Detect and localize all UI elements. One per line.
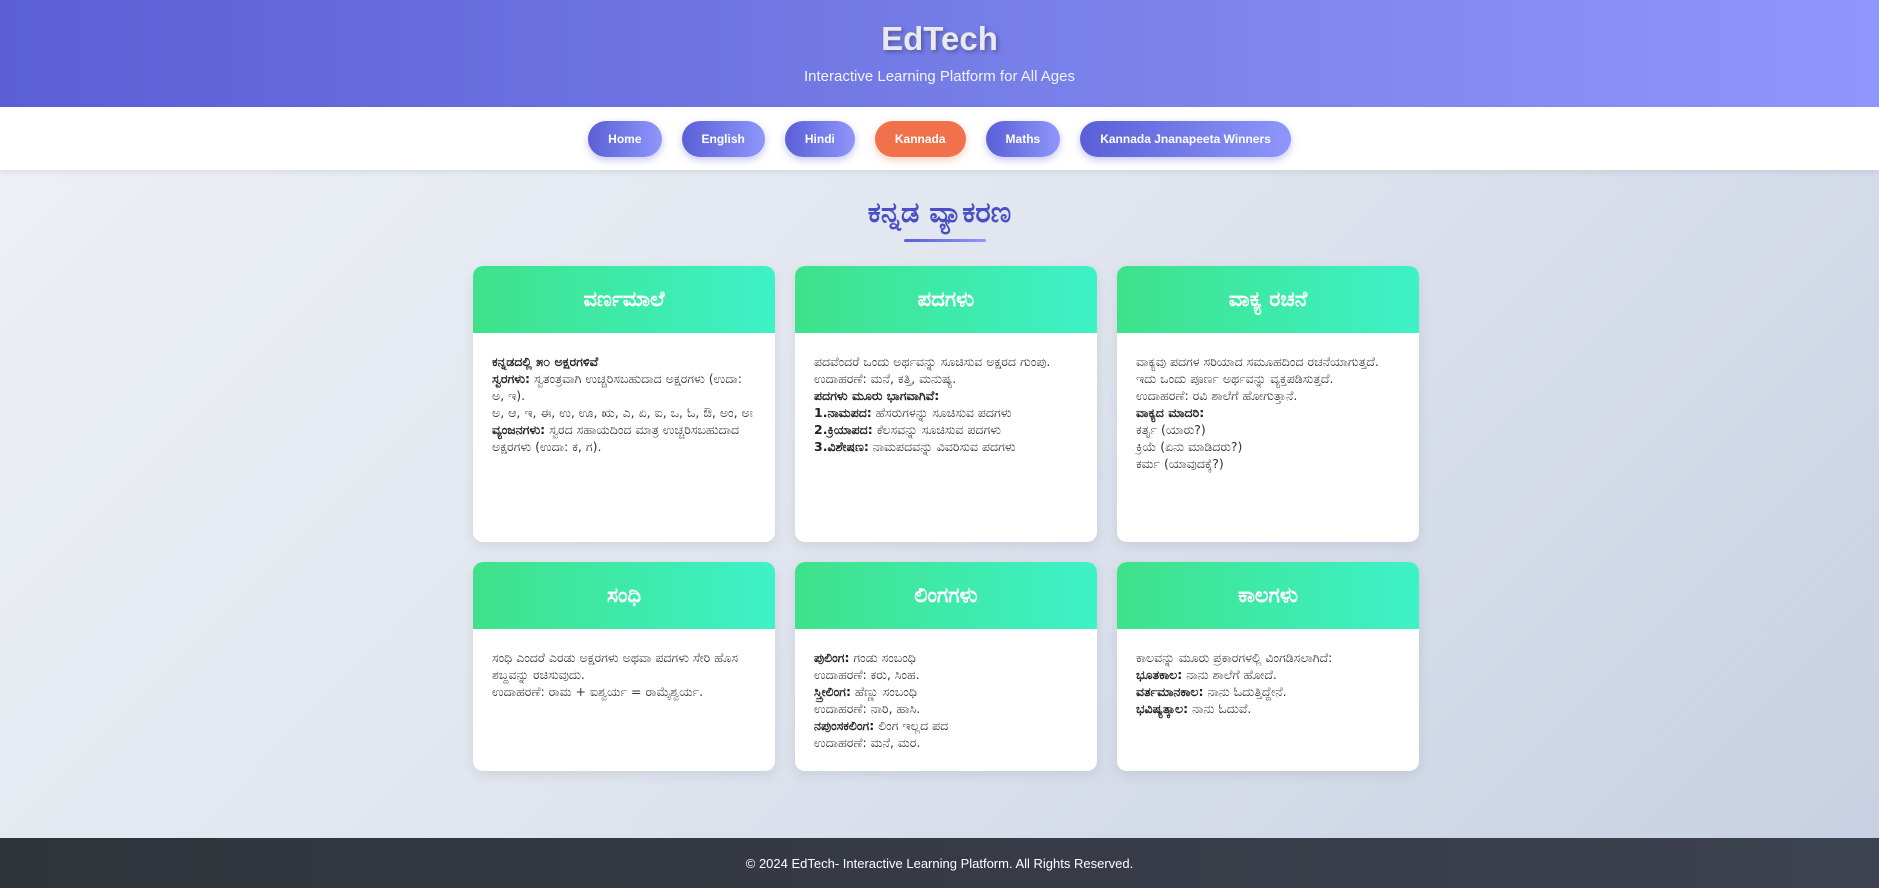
card-line-label: 1.ನಾಮಪದ: <box>814 405 872 420</box>
card-line: ವಾಕ್ಯವು ಪದಗಳ ಸರಿಯಾದ ಸಮೂಹದಿಂದ ರಚನೆಯಾಗುತ್ತ… <box>1136 353 1400 387</box>
card-line-label: ಸ್ವರಗಳು: <box>492 371 531 386</box>
card-body: ಕಾಲವನ್ನು ಮೂರು ಪ್ರಕಾರಗಳಲ್ಲಿ ವಿಂಗಡಿಸಲಾಗಿದೆ… <box>1117 629 1419 737</box>
card-title: ಲಿಂಗಗಳು <box>795 562 1097 629</box>
card-line-text: ಗಂಡು ಸಂಬಂಧಿ <box>849 650 916 665</box>
card-line: ವಾಕ್ಯದ ಮಾದರಿ: <box>1136 404 1400 421</box>
card-line-label: 2.ಕ್ರಿಯಾಪದ: <box>814 422 873 437</box>
card-line-label: 3.ವಿಶೇಷಣ: <box>814 439 869 454</box>
card-line-label: ಸ್ತ್ರೀಲಿಂಗ: <box>814 684 851 699</box>
card-line-label: ಪುಲಿಂಗ: <box>814 650 850 665</box>
card-body: ಕನ್ನಡದಲ್ಲಿ ೫೦ ಅಕ್ಷರಗಳಿವೆ ಸ್ವರಗಳು: ಸ್ವತಂತ್… <box>473 333 775 475</box>
card-line-text: ಕರ್ತೃ (ಯಾರು?) <box>1136 422 1206 437</box>
card-line-label: ಕನ್ನಡದಲ್ಲಿ ೫೦ ಅಕ್ಷರಗಳಿವೆ <box>492 354 599 369</box>
card-title: ಪದಗಳು <box>795 266 1097 333</box>
card-line: ಭವಿಷ್ಯತ್ಕಾಲ: ನಾನು ಓದುವೆ. <box>1136 700 1400 717</box>
card-line-text: ಕರ್ಮ (ಯಾವುದಕ್ಕೆ?) <box>1136 456 1224 471</box>
card-line-text: ಕಾಲವನ್ನು ಮೂರು ಪ್ರಕಾರಗಳಲ್ಲಿ ವಿಂಗಡಿಸಲಾಗಿದೆ… <box>1136 650 1333 665</box>
card-title: ಸಂಧಿ <box>473 562 775 629</box>
card-line: ಸಂಧಿ ಎಂದರೆ ಎರಡು ಅಕ್ಷರಗಳು ಅಥವಾ ಪದಗಳು ಸೇರಿ… <box>492 649 756 683</box>
card-line: 1.ನಾಮಪದ: ಹೆಸರುಗಳನ್ನು ಸೂಚಿಸುವ ಪದಗಳು <box>814 404 1078 421</box>
card-line: ಕರ್ತೃ (ಯಾರು?) <box>1136 421 1400 438</box>
card-line-text: ವಾಕ್ಯವು ಪದಗಳ ಸರಿಯಾದ ಸಮೂಹದಿಂದ ರಚನೆಯಾಗುತ್ತ… <box>1136 354 1379 386</box>
card-line-text: ಉದಾಹರಣೆ: ಮನೆ, ಮರ. <box>814 735 921 750</box>
card-line-text: ಹೆಸರುಗಳನ್ನು ಸೂಚಿಸುವ ಪದಗಳು <box>871 405 1012 420</box>
card-line-text: ಸಂಧಿ ಎಂದರೆ ಎರಡು ಅಕ್ಷರಗಳು ಅಥವಾ ಪದಗಳು ಸೇರಿ… <box>492 650 739 682</box>
card-line: ಉದಾಹರಣೆ: ರಾಮ + ಐಶ್ವರ್ಯ = ರಾಮೈಶ್ವರ್ಯ. <box>492 683 756 700</box>
card-line-text: ಸ್ವತಂತ್ರವಾಗಿ ಉಚ್ಚರಿಸಬಹುದಾದ ಅಕ್ಷರಗಳು (ಉದಾ… <box>492 371 742 403</box>
card-line: ಉದಾಹರಣೆ: ಕರು, ಸಿಂಹ. <box>814 666 1078 683</box>
section-heading: ಕನ್ನಡ ವ್ಯಾಕರಣ <box>0 195 1879 242</box>
card-title: ವಾಕ್ಯ ರಚನೆ <box>1117 266 1419 333</box>
card-line: ಭೂತಕಾಲ: ನಾನು ಶಾಲೆಗೆ ಹೋದೆ. <box>1136 666 1400 683</box>
nav-home-button[interactable]: Home <box>588 120 662 157</box>
site-footer: © 2024 EdTech- Interactive Learning Plat… <box>0 838 1879 888</box>
card-line: ಸ್ವರಗಳು: ಸ್ವತಂತ್ರವಾಗಿ ಉಚ್ಚರಿಸಬಹುದಾದ ಅಕ್ಷ… <box>492 370 756 404</box>
site-title: EdTech <box>881 20 998 57</box>
card-line-label: ನಪುಂಸಕಲಿಂಗ: <box>814 718 875 733</box>
card-line: ಪದವೆಂದರೆ ಒಂದು ಅರ್ಥವನ್ನು ಸೂಚಿಸುವ ಅಕ್ಷರದ ಗ… <box>814 353 1078 387</box>
card-line-text: ಅ, ಆ, ಇ, ಈ, ಉ, ಊ, ಋ, ಎ, ಏ, ಐ, ಒ, ಓ, ಔ, ಅ… <box>492 405 753 420</box>
card-body: ವಾಕ್ಯವು ಪದಗಳ ಸರಿಯಾದ ಸಮೂಹದಿಂದ ರಚನೆಯಾಗುತ್ತ… <box>1117 333 1419 492</box>
card-title: ಕಾಲಗಳು <box>1117 562 1419 629</box>
card-line: ವ್ಯಂಜನಗಳು: ಸ್ವರದ ಸಹಾಯದಿಂದ ಮಾತ್ರ ಉಚ್ಚರಿಸಬ… <box>492 421 756 455</box>
nav-kannada-button[interactable]: Kannada <box>874 120 966 157</box>
card-line-text: ಲಿಂಗ ಇಲ್ಲದ ಪದ <box>874 718 949 733</box>
topic-card-padagalu: ಪದಗಳು ಪದವೆಂದರೆ ಒಂದು ಅರ್ಥವನ್ನು ಸೂಚಿಸುವ ಅಕ… <box>795 266 1097 542</box>
nav-english-button[interactable]: English <box>681 120 765 157</box>
card-title: ವರ್ಣಮಾಲೆ <box>473 266 775 333</box>
card-body: ಪದವೆಂದರೆ ಒಂದು ಅರ್ಥವನ್ನು ಸೂಚಿಸುವ ಅಕ್ಷರದ ಗ… <box>795 333 1097 475</box>
card-line: ಕಾಲವನ್ನು ಮೂರು ಪ್ರಕಾರಗಳಲ್ಲಿ ವಿಂಗಡಿಸಲಾಗಿದೆ… <box>1136 649 1400 666</box>
site-subtitle: Interactive Learning Platform for All Ag… <box>804 68 1075 85</box>
card-line-text: ಕ್ರಿಯೆ (ಏನು ಮಾಡಿದರು?) <box>1136 439 1243 454</box>
main-nav: Home English Hindi Kannada Maths Kannada… <box>0 107 1879 170</box>
card-line: ಪದಗಳು ಮೂರು ಭಾಗವಾಗಿವೆ: <box>814 387 1078 404</box>
card-line-text: ಕೆಲಸವನ್ನು ಸೂಚಿಸುವ ಪದಗಳು <box>872 422 1002 437</box>
footer-copyright: © 2024 EdTech- Interactive Learning Plat… <box>745 855 1134 871</box>
card-line-label: ವರ್ತಮಾನಕಾಲ: <box>1136 684 1204 699</box>
card-line: ನಪುಂಸಕಲಿಂಗ: ಲಿಂಗ ಇಲ್ಲದ ಪದ <box>814 717 1078 734</box>
card-line-label: ಪದಗಳು ಮೂರು ಭಾಗವಾಗಿವೆ: <box>814 388 940 403</box>
nav-jnanapeeta-winners-button[interactable]: Kannada Jnanapeeta Winners <box>1080 120 1291 157</box>
site-header: EdTech Interactive Learning Platform for… <box>0 0 1879 107</box>
card-line: ವರ್ತಮಾನಕಾಲ: ನಾನು ಓದುತ್ತಿದ್ದೇನೆ. <box>1136 683 1400 700</box>
card-line: ಕರ್ಮ (ಯಾವುದಕ್ಕೆ?) <box>1136 455 1400 472</box>
card-line: ಉದಾಹರಣೆ: ಮನೆ, ಮರ. <box>814 734 1078 751</box>
card-body: ಸಂಧಿ ಎಂದರೆ ಎರಡು ಅಕ್ಷರಗಳು ಅಥವಾ ಪದಗಳು ಸೇರಿ… <box>473 629 775 720</box>
card-line-label: ವ್ಯಂಜನಗಳು: <box>492 422 546 437</box>
title-underline <box>904 239 986 242</box>
card-line: ಕ್ರಿಯೆ (ಏನು ಮಾಡಿದರು?) <box>1136 438 1400 455</box>
section-title: ಕನ್ನಡ ವ್ಯಾಕರಣ <box>867 195 1012 229</box>
card-line-label: ಭೂತಕಾಲ: <box>1136 667 1183 682</box>
card-line: ಉದಾಹರಣೆ: ನಾರಿ, ಹಾಸಿ. <box>814 700 1078 717</box>
card-body: ಪುಲಿಂಗ: ಗಂಡು ಸಂಬಂಧಿ ಉದಾಹರಣೆ: ಕರು, ಸಿಂಹ. ಸ್… <box>795 629 1097 771</box>
card-line-text: ಉದಾಹರಣೆ: ರಾಮ + ಐಶ್ವರ್ಯ = ರಾಮೈಶ್ವರ್ಯ. <box>492 684 704 699</box>
card-line-text: ನಾನು ಶಾಲೆಗೆ ಹೋದೆ. <box>1182 667 1277 682</box>
card-line: 2.ಕ್ರಿಯಾಪದ: ಕೆಲಸವನ್ನು ಸೂಚಿಸುವ ಪದಗಳು <box>814 421 1078 438</box>
card-line-text: ನಾಮಪದವನ್ನು ವಿವರಿಸುವ ಪದಗಳು <box>868 439 1016 454</box>
card-line-text: ನಾನು ಓದುವೆ. <box>1188 701 1252 716</box>
card-line-text: ನಾನು ಓದುತ್ತಿದ್ದೇನೆ. <box>1203 684 1287 699</box>
card-line-text: ಪದವೆಂದರೆ ಒಂದು ಅರ್ಥವನ್ನು ಸೂಚಿಸುವ ಅಕ್ಷರದ ಗ… <box>814 354 1051 386</box>
card-line-text: ಉದಾಹರಣೆ: ಕರು, ಸಿಂಹ. <box>814 667 920 682</box>
card-line-text: ಹೆಣ್ಣು ಸಂಬಂಧಿ <box>850 684 917 699</box>
topic-card-varnamale: ವರ್ಣಮಾಲೆ ಕನ್ನಡದಲ್ಲಿ ೫೦ ಅಕ್ಷರಗಳಿವೆ ಸ್ವರಗಳು… <box>473 266 775 542</box>
topic-card-sandhi: ಸಂಧಿ ಸಂಧಿ ಎಂದರೆ ಎರಡು ಅಕ್ಷರಗಳು ಅಥವಾ ಪದಗಳು… <box>473 562 775 771</box>
card-line: 3.ವಿಶೇಷಣ: ನಾಮಪದವನ್ನು ವಿವರಿಸುವ ಪದಗಳು <box>814 438 1078 455</box>
card-line-label: ಭವಿಷ್ಯತ್ಕಾಲ: <box>1136 701 1189 716</box>
card-line: ಉದಾಹರಣೆ: ರವಿ ಶಾಲೆಗೆ ಹೋಗುತ್ತಾನೆ. <box>1136 387 1400 404</box>
card-line-label: ವಾಕ್ಯದ ಮಾದರಿ: <box>1136 405 1205 420</box>
nav-hindi-button[interactable]: Hindi <box>784 120 855 157</box>
card-line: ಸ್ತ್ರೀಲಿಂಗ: ಹೆಣ್ಣು ಸಂಬಂಧಿ <box>814 683 1078 700</box>
card-line-text: ಉದಾಹರಣೆ: ರವಿ ಶಾಲೆಗೆ ಹೋಗುತ್ತಾನೆ. <box>1136 388 1298 403</box>
card-line-text: ಉದಾಹರಣೆ: ನಾರಿ, ಹಾಸಿ. <box>814 701 921 716</box>
nav-maths-button[interactable]: Maths <box>985 120 1061 157</box>
card-line: ಅ, ಆ, ಇ, ಈ, ಉ, ಊ, ಋ, ಎ, ಏ, ಐ, ಒ, ಓ, ಔ, ಅ… <box>492 404 756 421</box>
card-line: ಪುಲಿಂಗ: ಗಂಡು ಸಂಬಂಧಿ <box>814 649 1078 666</box>
topic-card-vakya-rachane: ವಾಕ್ಯ ರಚನೆ ವಾಕ್ಯವು ಪದಗಳ ಸರಿಯಾದ ಸಮೂಹದಿಂದ … <box>1117 266 1419 542</box>
topic-grid: ವರ್ಣಮಾಲೆ ಕನ್ನಡದಲ್ಲಿ ೫೦ ಅಕ್ಷರಗಳಿವೆ ಸ್ವರಗಳು… <box>473 266 1419 771</box>
card-line: ಕನ್ನಡದಲ್ಲಿ ೫೦ ಅಕ್ಷರಗಳಿವೆ <box>492 353 756 370</box>
topic-card-lingagalu: ಲಿಂಗಗಳು ಪುಲಿಂಗ: ಗಂಡು ಸಂಬಂಧಿ ಉದಾಹರಣೆ: ಕರು,… <box>795 562 1097 771</box>
topic-card-kalagalu: ಕಾಲಗಳು ಕಾಲವನ್ನು ಮೂರು ಪ್ರಕಾರಗಳಲ್ಲಿ ವಿಂಗಡಿ… <box>1117 562 1419 771</box>
